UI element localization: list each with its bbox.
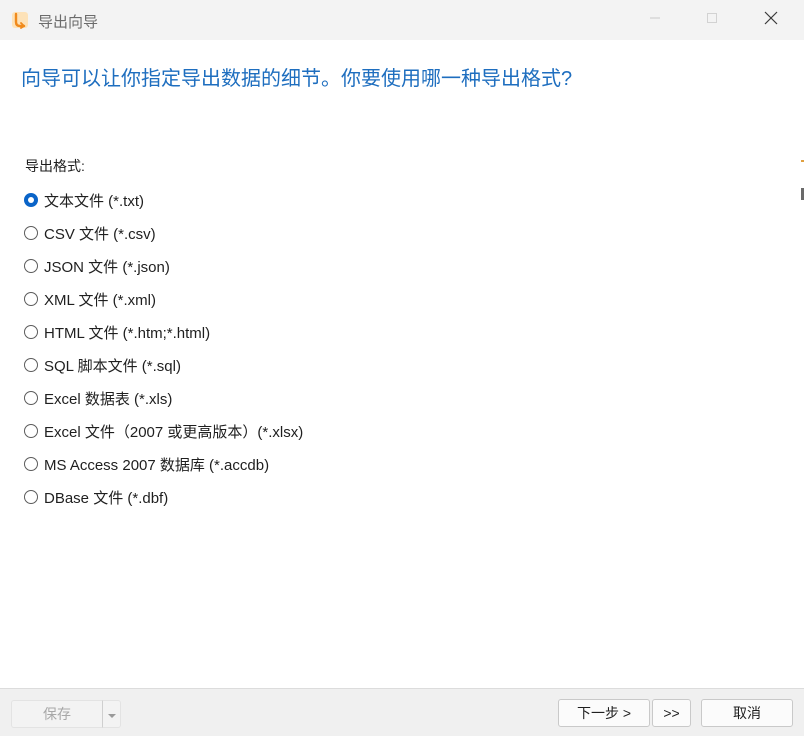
radio-button[interactable] (24, 457, 38, 471)
radio-button[interactable] (24, 391, 38, 405)
last-step-button[interactable]: >> (652, 699, 691, 727)
export-wizard-window: 导出向导 向导可以让你指定导出数据的细节。你要使用哪一种导出格式? 导出格式: … (0, 0, 804, 736)
option-label: XML 文件 (*.xml) (44, 291, 156, 309)
export-format-label: 导出格式: (25, 158, 85, 174)
cancel-button[interactable]: 取消 (701, 699, 793, 727)
minimize-icon (649, 11, 661, 29)
format-option-txt[interactable]: 文本文件 (*.txt) (24, 189, 144, 211)
title-bar[interactable]: 导出向导 (0, 0, 804, 41)
chevron-down-icon (107, 706, 117, 722)
radio-button[interactable] (24, 226, 38, 240)
format-option-accdb[interactable]: MS Access 2007 数据库 (*.accdb) (24, 453, 269, 475)
format-option-html[interactable]: HTML 文件 (*.htm;*.html) (24, 321, 210, 343)
minimize-button[interactable] (626, 0, 684, 40)
format-option-csv[interactable]: CSV 文件 (*.csv) (24, 222, 156, 244)
format-option-dbf[interactable]: DBase 文件 (*.dbf) (24, 486, 168, 508)
radio-button[interactable] (24, 424, 38, 438)
radio-button[interactable] (24, 358, 38, 372)
format-option-json[interactable]: JSON 文件 (*.json) (24, 255, 170, 277)
radio-button[interactable] (24, 325, 38, 339)
window-title: 导出向导 (38, 14, 99, 31)
save-dropdown-button[interactable] (102, 700, 121, 728)
option-label: JSON 文件 (*.json) (44, 258, 170, 276)
maximize-button[interactable] (683, 0, 741, 40)
radio-button[interactable] (24, 292, 38, 306)
option-label: SQL 脚本文件 (*.sql) (44, 357, 181, 375)
option-label: Excel 数据表 (*.xls) (44, 390, 173, 408)
option-label: HTML 文件 (*.htm;*.html) (44, 324, 211, 342)
radio-button[interactable] (24, 259, 38, 273)
format-option-sql[interactable]: SQL 脚本文件 (*.sql) (24, 354, 181, 376)
wizard-content: 向导可以让你指定导出数据的细节。你要使用哪一种导出格式? 导出格式: 文本文件 … (0, 40, 804, 688)
option-label: MS Access 2007 数据库 (*.accdb) (44, 456, 270, 474)
option-label: 文本文件 (*.txt) (44, 192, 144, 210)
close-button[interactable] (742, 0, 800, 40)
next-button[interactable]: 下一步 > (558, 699, 650, 727)
wizard-question: 向导可以让你指定导出数据的细节。你要使用哪一种导出格式? (21, 68, 573, 90)
option-label: CSV 文件 (*.csv) (44, 225, 156, 243)
save-button[interactable]: 保存 (11, 700, 102, 728)
format-option-xlsx[interactable]: Excel 文件（2007 或更高版本）(*.xlsx) (24, 420, 303, 442)
maximize-icon (706, 11, 718, 29)
format-option-xls[interactable]: Excel 数据表 (*.xls) (24, 387, 172, 409)
radio-button[interactable] (24, 490, 38, 504)
wizard-footer: 保存 下一步 > >> 取消 (0, 688, 804, 736)
app-icon (11, 11, 29, 29)
radio-button[interactable] (24, 193, 38, 207)
close-icon (764, 11, 778, 30)
option-label: Excel 文件（2007 或更高版本）(*.xlsx) (44, 423, 304, 441)
option-label: DBase 文件 (*.dbf) (44, 489, 169, 507)
format-option-xml[interactable]: XML 文件 (*.xml) (24, 288, 156, 310)
